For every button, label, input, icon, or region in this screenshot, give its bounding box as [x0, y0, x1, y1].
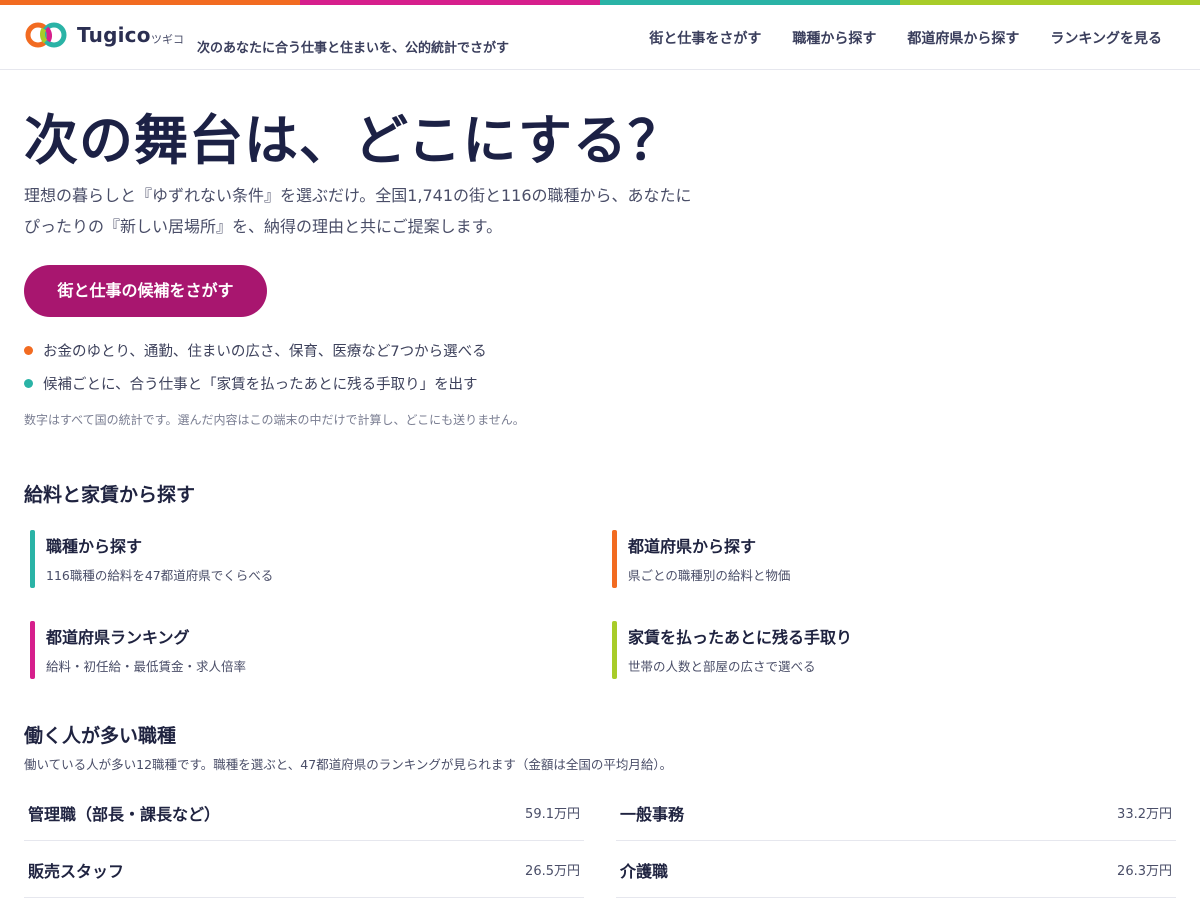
site-header: Tugico ツギコ 次のあなたに合う仕事と住まいを、公的統計でさがす 街と仕事…	[0, 5, 1200, 70]
jobs-section-title: 働く人が多い職種	[24, 725, 177, 747]
card-title: 都道府県から探す	[628, 537, 757, 556]
brand-name[interactable]: Tugico	[77, 23, 151, 47]
teal-dot-icon	[24, 378, 33, 388]
job-salary: 26.5万円	[525, 864, 580, 879]
nav-search-by-job[interactable]: 職種から探す	[792, 28, 876, 48]
site-tagline: 次のあなたに合う仕事と住まいを、公的統計でさがす	[197, 41, 510, 56]
card-search-by-prefecture[interactable]: 都道府県から探す 県ごとの職種別の給料と物価	[612, 530, 1152, 588]
card-title: 家賃を払ったあとに残る手取り	[628, 628, 853, 647]
logo-icon[interactable]	[24, 19, 68, 51]
hero-lead: 理想の暮らしと『ゆずれない条件』を選ぶだけ。全国1,741の街と116の職種から…	[24, 180, 744, 242]
feature-bullet-text: お金のゆとり、通勤、住まいの広さ、保育、医療など7つから選べる	[43, 343, 487, 360]
card-accent-bar	[612, 530, 617, 588]
nav-search-towns-jobs[interactable]: 街と仕事をさがす	[649, 28, 761, 48]
brand-kana: ツギコ	[151, 33, 184, 46]
search-section-title: 給料と家賃から探す	[24, 484, 196, 506]
card-prefecture-ranking[interactable]: 都道府県ランキング 給料・初任給・最低賃金・求人倍率	[30, 621, 570, 679]
feature-bullets: お金のゆとり、通勤、住まいの広さ、保育、医療など7つから選べる 候補ごとに、合う…	[24, 339, 487, 405]
job-name: 販売スタッフ	[28, 861, 125, 881]
card-accent-bar	[612, 621, 617, 679]
job-salary: 59.1万円	[525, 807, 580, 822]
job-row[interactable]: 介護職 26.3万円	[616, 842, 1176, 898]
hero-title: 次の舞台は、どこにする？	[24, 108, 683, 172]
card-title: 職種から探す	[46, 537, 143, 556]
nav-search-by-prefecture[interactable]: 都道府県から探す	[907, 28, 1019, 48]
card-subtitle: 県ごとの職種別の給料と物価	[628, 568, 791, 583]
search-candidates-button[interactable]: 街と仕事の候補をさがす	[24, 265, 267, 317]
nav-rankings[interactable]: ランキングを見る	[1050, 28, 1162, 48]
card-title: 都道府県ランキング	[46, 628, 190, 647]
job-row[interactable]: 管理職（部長・課長など） 59.1万円	[24, 785, 584, 841]
jobs-section-subtitle: 働いている人が多い12職種です。職種を選ぶと、47都道府県のランキングが見られま…	[24, 757, 673, 772]
job-row[interactable]: 一般事務 33.2万円	[616, 785, 1176, 841]
feature-bullet: 候補ごとに、合う仕事と「家賃を払ったあとに残る手取り」を出す	[24, 372, 487, 394]
card-take-home-after-rent[interactable]: 家賃を払ったあとに残る手取り 世帯の人数と部屋の広さで選べる	[612, 621, 1152, 679]
feature-bullet: お金のゆとり、通勤、住まいの広さ、保育、医療など7つから選べる	[24, 339, 487, 361]
job-name: 一般事務	[620, 804, 685, 824]
job-salary: 33.2万円	[1117, 807, 1172, 822]
privacy-note: 数字はすべて国の統計です。選んだ内容はこの端末の中だけで計算し、どこにも送りませ…	[24, 413, 525, 427]
job-row[interactable]: 販売スタッフ 26.5万円	[24, 842, 584, 898]
card-subtitle: 世帯の人数と部屋の広さで選べる	[628, 659, 816, 674]
hero-lead-line-1: 理想の暮らしと『ゆずれない条件』を選ぶだけ。全国1,741の街と116の職種から…	[24, 186, 692, 205]
main-nav: 街と仕事をさがす 職種から探す 都道府県から探す ランキングを見る	[649, 28, 1162, 48]
job-salary: 26.3万円	[1117, 864, 1172, 879]
hero-lead-line-2: ぴったりの『新しい居場所』を、納得の理由と共にご提案します。	[24, 217, 503, 236]
card-subtitle: 給料・初任給・最低賃金・求人倍率	[46, 659, 247, 674]
feature-bullet-text: 候補ごとに、合う仕事と「家賃を払ったあとに残る手取り」を出す	[43, 376, 478, 393]
orange-dot-icon	[24, 345, 33, 355]
card-subtitle: 116職種の給料を47都道府県でくらべる	[46, 568, 274, 583]
job-name: 管理職（部長・課長など）	[28, 804, 221, 824]
job-name: 介護職	[620, 861, 669, 881]
card-accent-bar	[30, 621, 35, 679]
card-accent-bar	[30, 530, 35, 588]
card-search-by-job[interactable]: 職種から探す 116職種の給料を47都道府県でくらべる	[30, 530, 570, 588]
